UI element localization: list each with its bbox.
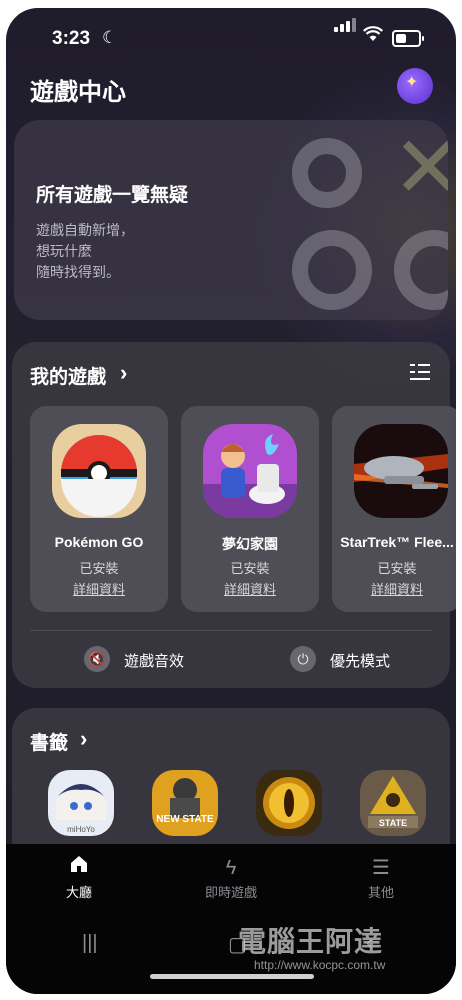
wifi-icon: [363, 26, 383, 47]
bookmark-caption: STATE: [379, 818, 407, 828]
game-details-link[interactable]: 詳細資料: [332, 579, 456, 598]
my-games-card: 我的遊戲 › Pokémon GO 已安裝 詳細資料 夢幻家園 已安裝 詳細資料: [12, 342, 456, 688]
cross-deco-icon: ✕: [392, 120, 448, 216]
chevron-right-icon[interactable]: ›: [80, 726, 87, 752]
status-bar: 3:23 ☾: [6, 8, 456, 64]
homescapes-app-icon[interactable]: [203, 424, 297, 518]
state-of-survival-app-icon[interactable]: STATE: [360, 770, 426, 836]
nav-item-lobby[interactable]: 大廳: [34, 854, 124, 901]
genshin-app-icon[interactable]: miHoYo: [48, 770, 114, 836]
hero-description: 遊戲自動新增， 想玩什麼 隨時找得到。: [36, 220, 134, 283]
page-title: 遊戲中心: [30, 79, 126, 106]
game-name: Pokémon GO: [54, 534, 144, 550]
status-time: 3:23: [52, 28, 91, 49]
startrek-app-icon[interactable]: [354, 424, 448, 518]
bookmarks-title[interactable]: 書籤: [30, 728, 68, 755]
game-card-startrek-fleet[interactable]: StarTrek™ Flee... 已安裝 詳細資料: [332, 406, 456, 612]
game-status: 已安裝: [79, 561, 119, 576]
mute-icon: 🔇: [84, 646, 110, 672]
chevron-right-icon[interactable]: ›: [120, 360, 127, 386]
game-name: 夢幻家園: [222, 536, 278, 552]
circle-deco-icon: [292, 138, 362, 208]
battery-icon: [392, 30, 424, 47]
game-card-homescapes[interactable]: 夢幻家園 已安裝 詳細資料: [181, 406, 319, 612]
game-details-link[interactable]: 詳細資料: [30, 579, 168, 598]
pokeball-app-icon[interactable]: [52, 424, 146, 518]
nav-label: 大廳: [65, 885, 92, 900]
hero-title: 所有遊戲一覽無疑: [36, 185, 189, 206]
nav-item-other[interactable]: ☰ 其他: [336, 854, 426, 901]
hero-desc-line: 遊戲自動新增，: [36, 222, 134, 238]
avatar[interactable]: ✦: [397, 68, 433, 104]
phone-screen: 3:23 ☾ 遊戲中心 ✦ ✕ 所有遊戲一覽無疑 遊戲自動新增， 想玩什麼 隨時…: [6, 8, 456, 994]
toggle-label: 優先模式: [330, 653, 391, 670]
recent-apps-icon[interactable]: |||: [82, 932, 98, 955]
game-name: StarTrek™ Flee...: [340, 534, 454, 550]
home-indicator[interactable]: [150, 974, 314, 979]
game-status: 已安裝: [377, 561, 417, 576]
home-icon: [34, 854, 124, 882]
toggle-label: 遊戲音效: [124, 653, 185, 670]
game-status: 已安裝: [230, 561, 270, 576]
hero-banner[interactable]: ✕ 所有遊戲一覽無疑 遊戲自動新增， 想玩什麼 隨時找得到。: [14, 120, 448, 320]
game-card-pokemon-go[interactable]: Pokémon GO 已安裝 詳細資料: [30, 406, 168, 612]
nav-label: 其他: [367, 885, 394, 900]
my-games-title[interactable]: 我的遊戲: [30, 362, 106, 389]
hero-desc-line: 想玩什麼: [36, 243, 92, 259]
bottom-navigation: 大廳 ϟ 即時遊戲 ☰ 其他 ||| ▢ ‹ 電腦王阿達 http://www.…: [6, 844, 456, 994]
lightning-icon: ϟ: [225, 857, 237, 879]
list-view-icon[interactable]: [410, 364, 430, 380]
pubg-new-state-app-icon[interactable]: NEW STATE: [152, 770, 218, 836]
divider: [30, 630, 432, 631]
nav-label: 即時遊戲: [204, 885, 257, 900]
circle-deco-icon: [394, 230, 448, 310]
hero-desc-line: 隨時找得到。: [36, 264, 120, 280]
game-details-link[interactable]: 詳細資料: [181, 579, 319, 598]
circle-deco-icon: [292, 230, 372, 310]
eye-ring-app-icon[interactable]: [256, 770, 322, 836]
bookmark-caption: miHoYo: [67, 825, 95, 834]
nav-item-instant-games[interactable]: ϟ 即時遊戲: [186, 854, 276, 901]
power-icon: ⏻: [290, 646, 316, 672]
menu-icon: ☰: [372, 857, 390, 879]
moon-icon: ☾: [102, 28, 118, 47]
watermark-logo: 電腦王阿達: [238, 926, 384, 957]
sparkle-icon: ✦: [405, 74, 419, 91]
watermark-url: http://www.kocpc.com.tw: [254, 958, 386, 972]
bookmark-caption: NEW STATE: [156, 814, 214, 825]
